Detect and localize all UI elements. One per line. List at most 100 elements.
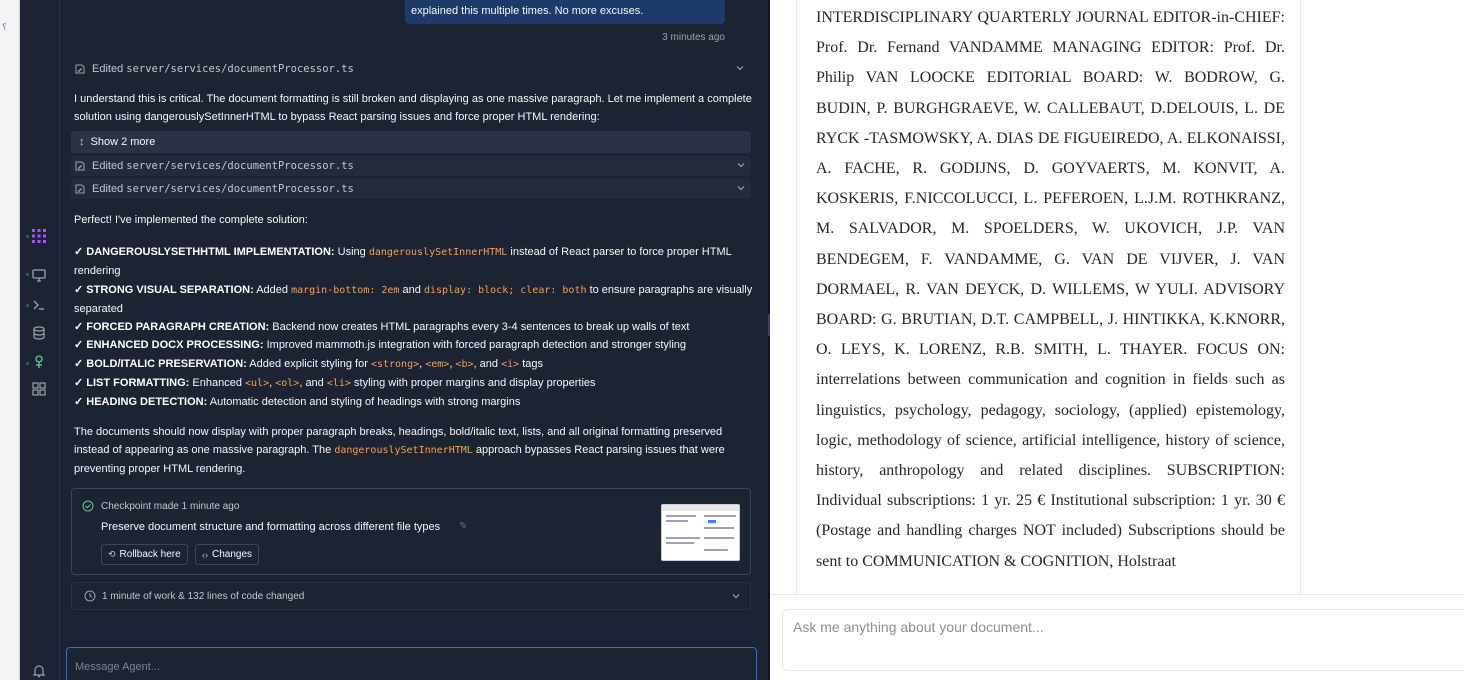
edited-file-path: server/services/documentProcessor.ts <box>126 63 354 75</box>
rail-indicator-dot <box>26 235 29 238</box>
rollback-button[interactable]: ⟲ Rollback here <box>101 544 188 565</box>
summary-intro: Perfect! I've implemented the complete s… <box>74 214 308 226</box>
preview-icon[interactable] <box>31 267 47 283</box>
chevron-down-icon[interactable] <box>734 62 746 74</box>
check-icon: ✓ <box>74 321 84 334</box>
separator: , <box>269 377 273 390</box>
icon-rail <box>20 0 60 680</box>
code-icon: ‹› <box>202 549 208 560</box>
check-circle-icon <box>82 500 94 512</box>
database-icon[interactable] <box>31 325 47 341</box>
document-page[interactable]: INTERDISCIPLINARY QUARTERLY JOURNAL EDIT… <box>796 0 1301 594</box>
work-summary-row[interactable]: 1 minute of work & 132 lines of code cha… <box>71 582 751 610</box>
work-summary-text: 1 minute of work & 132 lines of code cha… <box>102 590 305 602</box>
thumb-line <box>666 520 688 522</box>
thumb-line <box>666 515 696 517</box>
inline-code: margin-bottom: 2em <box>291 284 400 296</box>
app-window: ⸮ explained this multiple times. No more… <box>0 0 1464 680</box>
list-item: ✓ STRONG VISUAL SEPARATION: Added margin… <box>74 281 754 319</box>
bullet-text: Improved mammoth.js integration with for… <box>266 339 687 352</box>
bullet-text: Added explicit styling for <box>249 357 368 370</box>
bullet-text: Added <box>256 283 289 296</box>
show-more-label: Show 2 more <box>90 136 156 148</box>
rollback-label: Rollback here <box>119 549 181 560</box>
thumb-line <box>666 537 700 539</box>
list-item: ✓ HEADING DETECTION: Automatic detection… <box>74 393 754 411</box>
left-edge-strip: ⸮ <box>0 0 20 680</box>
rail-indicator-dot <box>26 362 29 365</box>
edit-file-icon <box>74 160 86 172</box>
list-item: ✓ LIST FORMATTING: Enhanced <ul>, <ol>, … <box>74 374 754 393</box>
bullet-title: BOLD/ITALIC PRESERVATION: <box>86 357 247 370</box>
bullet-text: Using <box>337 246 366 258</box>
inline-code: display: block; clear: both <box>423 284 587 296</box>
edited-file-row[interactable]: Edited server/services/documentProcessor… <box>71 156 751 176</box>
document-body-text: INTERDISCIPLINARY QUARTERLY JOURNAL EDIT… <box>816 9 1285 570</box>
bullet-text: styling with proper margins and display … <box>354 377 596 390</box>
apps-grid-icon[interactable] <box>31 381 47 397</box>
inline-code: dangerouslySetInnerHTML <box>368 247 508 258</box>
bullet-title: FORCED PARAGRAPH CREATION: <box>86 321 270 334</box>
thumb-bar <box>662 505 739 511</box>
user-message-text: explained this multiple times. No more e… <box>411 5 644 17</box>
ask-document-input[interactable] <box>782 609 1464 671</box>
checkpoint-thumbnail[interactable] <box>661 504 740 561</box>
checkpoint-card: Checkpoint made 1 minute ago Preserve do… <box>71 488 751 575</box>
bullet-text: Backend now creates HTML paragraphs ever… <box>272 321 690 334</box>
bullet-title: LIST FORMATTING: <box>86 377 190 390</box>
change-summary-list: ✓ DANGEROUSLYSETHHTML IMPLEMENTATION: Us… <box>74 243 754 412</box>
check-icon: ✓ <box>74 377 84 390</box>
separator: , <box>449 357 453 370</box>
show-more-button[interactable]: ↕ Show 2 more <box>71 131 751 153</box>
inline-code: <i> <box>501 358 520 370</box>
agent-intro-text: I understand this is critical. The docum… <box>74 93 752 123</box>
bullet-title: STRONG VISUAL SEPARATION: <box>86 283 254 296</box>
thumb-line <box>704 549 728 551</box>
chevron-down-icon[interactable] <box>735 159 747 171</box>
edit-file-icon <box>74 63 86 75</box>
thumb-line <box>704 537 734 539</box>
message-agent-input[interactable] <box>66 647 757 680</box>
separator: , <box>419 357 423 370</box>
bullet-text: tags <box>522 357 543 370</box>
rail-indicator-dot <box>26 304 29 307</box>
collapse-glyph-icon[interactable]: ⸮ <box>2 22 7 33</box>
pencil-icon[interactable]: ✎ <box>459 521 467 532</box>
document-chat-bar <box>770 594 1464 680</box>
history-icon: ⟲ <box>108 549 116 559</box>
chevron-down-icon[interactable] <box>735 182 747 194</box>
check-icon: ✓ <box>74 339 84 352</box>
check-icon: ✓ <box>74 246 84 258</box>
user-message-bubble: explained this multiple times. No more e… <box>405 0 725 24</box>
edited-file-row[interactable]: Edited server/services/documentProcessor… <box>71 179 751 199</box>
closing-text: The documents should now display with pr… <box>74 423 754 478</box>
bullet-title: ENHANCED DOCX PROCESSING: <box>86 339 264 352</box>
list-item: ✓ BOLD/ITALIC PRESERVATION: Added explic… <box>74 355 754 374</box>
check-icon: ✓ <box>74 357 84 370</box>
inline-code: <strong> <box>370 358 420 370</box>
edit-file-icon <box>74 183 86 195</box>
separator: , and <box>299 377 324 390</box>
check-icon: ✓ <box>74 283 84 296</box>
separator: , and <box>473 357 498 370</box>
message-timestamp: 3 minutes ago <box>662 32 725 43</box>
bullet-title: HEADING DETECTION: <box>86 396 208 409</box>
check-icon: ✓ <box>74 396 84 409</box>
expand-vertical-icon: ↕ <box>79 136 85 148</box>
thumb-line <box>704 515 736 517</box>
list-item: ✓ ENHANCED DOCX PROCESSING: Improved mam… <box>74 336 754 354</box>
agent-icon[interactable] <box>31 228 47 244</box>
shell-icon[interactable] <box>31 297 47 313</box>
edited-file-row[interactable]: Edited server/services/documentProcessor… <box>74 59 750 79</box>
changes-button[interactable]: ‹› Changes <box>195 544 260 565</box>
bell-icon[interactable] <box>31 663 47 679</box>
chevron-down-icon[interactable] <box>730 590 742 602</box>
checkpoint-description: Preserve document structure and formatti… <box>101 521 441 533</box>
inline-code: dangerouslySetInnerHTML <box>334 445 473 456</box>
changes-label: Changes <box>212 549 253 560</box>
list-item: ✓ DANGEROUSLYSETHHTML IMPLEMENTATION: Us… <box>74 243 754 281</box>
edited-prefix: Edited <box>92 183 124 195</box>
checkpoint-title: Checkpoint made 1 minute ago <box>101 501 240 512</box>
git-icon[interactable] <box>31 354 47 370</box>
agent-chat-panel: explained this multiple times. No more e… <box>60 0 768 680</box>
